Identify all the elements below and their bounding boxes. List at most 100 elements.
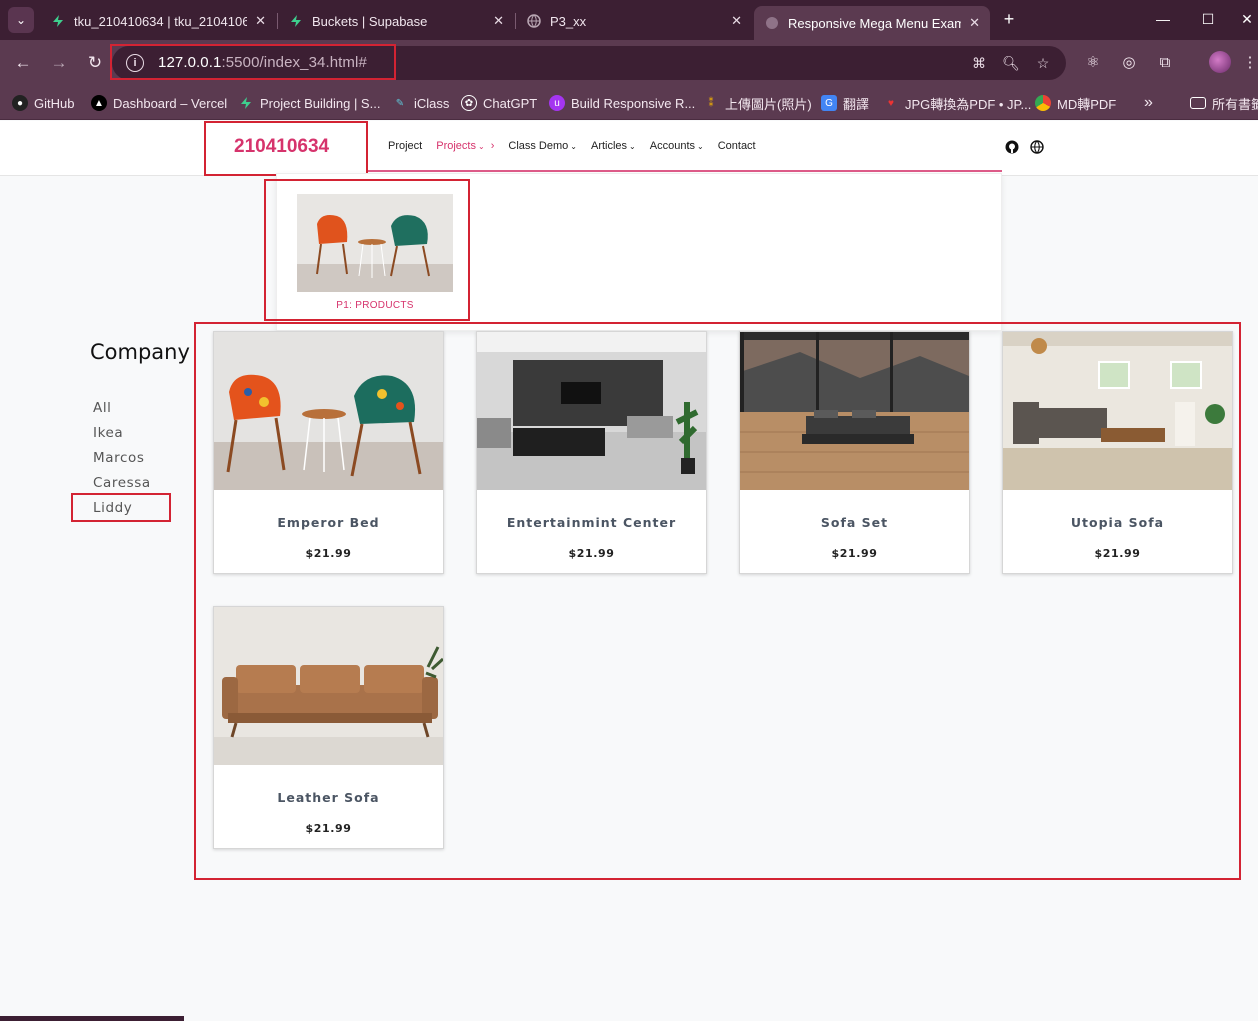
tab-title: P3_xx xyxy=(550,13,587,29)
chevron-down-icon: ⌄ xyxy=(570,141,577,151)
all-bookmarks-folder[interactable]: 所有書籤 xyxy=(1190,93,1258,113)
product-card[interactable]: Leather Sofa $21.99 xyxy=(213,606,444,849)
product-card[interactable]: Entertainmint Center $21.99 xyxy=(476,331,707,574)
horizontal-scrollbar[interactable] xyxy=(0,1016,184,1021)
main-nav: Project Projects ⌄ › Class Demo ⌄ Articles ⌄… xyxy=(388,140,770,152)
product-image-chairs[interactable] xyxy=(214,332,443,490)
extensions-puzzle-icon[interactable]: ⧉ xyxy=(1155,52,1175,72)
maximize-icon[interactable]: ☐ xyxy=(1193,8,1223,30)
bookmarks-overflow-button[interactable]: » xyxy=(1144,93,1153,113)
product-card[interactable]: Sofa Set $21.99 xyxy=(739,331,970,574)
forward-icon[interactable]: → xyxy=(47,51,71,75)
udemy-icon: u xyxy=(549,95,565,111)
bookmark-item[interactable]: ✎ iClass xyxy=(392,93,450,113)
new-tab-button[interactable]: + xyxy=(998,8,1020,30)
browser-tab-active[interactable]: Responsive Mega Menu Example ✕ xyxy=(754,6,990,40)
tab-title: tku_210410634 | tku_210410634 xyxy=(74,13,248,29)
close-icon[interactable]: ✕ xyxy=(493,13,504,29)
product-name: Entertainmint Center xyxy=(506,515,677,530)
chrome-icon xyxy=(1035,95,1051,111)
vercel-icon: ▲ xyxy=(91,95,107,111)
back-icon[interactable]: ← xyxy=(11,51,35,75)
reload-icon[interactable]: ↻ xyxy=(83,51,107,75)
product-price: $21.99 xyxy=(1094,547,1141,560)
bookmark-item[interactable]: Project Building | S... xyxy=(238,93,380,113)
nav-underline xyxy=(366,170,1002,172)
tab-search-button[interactable]: ⌄ xyxy=(8,7,34,33)
nav-project[interactable]: Project xyxy=(388,140,422,152)
product-name: Utopia Sofa xyxy=(1070,515,1165,530)
product-image-leather-sofa[interactable] xyxy=(214,607,443,765)
filter-caressa[interactable]: Caressa xyxy=(93,475,151,491)
tab-title: Responsive Mega Menu Example xyxy=(788,15,962,31)
filter-all[interactable]: All xyxy=(93,400,112,416)
bookmark-item[interactable]: ⁑ 上傳圖片(照片) xyxy=(703,93,812,113)
chevron-down-icon: ⌄ xyxy=(629,141,636,151)
browser-tab-strip: ⌄ tku_210410634 | tku_210410634 ✕ Bucket… xyxy=(0,0,1258,40)
product-image-bed-mountain[interactable] xyxy=(740,332,969,490)
profile-avatar[interactable] xyxy=(1209,51,1231,73)
product-image-living-room[interactable] xyxy=(477,332,706,490)
react-devtools-icon[interactable]: ⚛ xyxy=(1083,52,1103,72)
nav-projects[interactable]: Projects ⌄ › xyxy=(436,140,494,152)
pdf-icon: ♥ xyxy=(888,97,894,109)
close-icon[interactable]: ✕ xyxy=(731,13,742,29)
supabase-icon xyxy=(238,95,254,111)
filter-marcos[interactable]: Marcos xyxy=(93,450,145,466)
filter-highlight-box xyxy=(71,493,171,522)
globe-icon xyxy=(764,15,780,31)
upload-icon: ⁑ xyxy=(708,97,714,109)
bookmark-item[interactable]: ● GitHub xyxy=(12,93,74,113)
bookmark-item[interactable]: G 翻譯 xyxy=(821,93,869,113)
close-icon[interactable]: ✕ xyxy=(255,13,266,29)
bookmarks-bar: ● GitHub ▲ Dashboard – Vercel Project Buil… xyxy=(0,86,1258,120)
zoom-icon[interactable]: 🔍︎ xyxy=(1002,54,1020,72)
translate-icon[interactable]: ⌘ xyxy=(970,54,988,72)
github-icon[interactable] xyxy=(1005,140,1019,154)
product-name: Emperor Bed xyxy=(277,515,380,530)
brand-highlight-box xyxy=(204,121,368,176)
globe-icon[interactable] xyxy=(1030,140,1044,154)
nav-contact[interactable]: Contact xyxy=(718,140,756,152)
extension-icon[interactable]: ◎ xyxy=(1119,52,1139,72)
nav-articles[interactable]: Articles ⌄ xyxy=(591,140,636,152)
bookmark-item[interactable]: ♥ JPG轉換為PDF • JP... xyxy=(883,93,1031,113)
bookmark-item[interactable]: ✿ ChatGPT xyxy=(461,93,537,113)
supabase-icon xyxy=(288,13,304,29)
filter-ikea[interactable]: Ikea xyxy=(93,425,123,441)
iclass-icon: ✎ xyxy=(395,97,405,109)
globe-icon xyxy=(526,13,542,29)
folder-icon xyxy=(1190,97,1206,109)
chevron-right-icon: › xyxy=(490,140,495,152)
product-card[interactable]: Emperor Bed $21.99 xyxy=(213,331,444,574)
product-name: Sofa Set xyxy=(820,515,889,530)
product-image-loft[interactable] xyxy=(1003,332,1232,490)
chevron-down-icon: ⌄ xyxy=(478,141,485,151)
browser-tab[interactable]: P3_xx ✕ xyxy=(516,6,752,36)
openai-icon: ✿ xyxy=(461,95,477,111)
bookmark-item[interactable]: MD轉PDF xyxy=(1035,93,1116,113)
bookmark-item[interactable]: ▲ Dashboard – Vercel xyxy=(91,93,227,113)
product-price: $21.99 xyxy=(305,547,352,560)
product-name: Leather Sofa xyxy=(277,790,380,805)
menu-kebab-icon[interactable]: ⋮ xyxy=(1243,52,1258,72)
supabase-icon xyxy=(50,13,66,29)
product-price: $21.99 xyxy=(831,547,878,560)
product-card[interactable]: Utopia Sofa $21.99 xyxy=(1002,331,1233,574)
tab-title: Buckets | Supabase xyxy=(312,13,428,29)
bookmark-item[interactable]: u Build Responsive R... xyxy=(549,93,695,113)
github-icon: ● xyxy=(12,95,28,111)
bookmark-star-icon[interactable]: ☆ xyxy=(1034,54,1052,72)
close-icon[interactable]: ✕ xyxy=(969,15,980,31)
browser-tab[interactable]: Buckets | Supabase ✕ xyxy=(278,6,514,36)
nav-accounts[interactable]: Accounts ⌄ xyxy=(650,140,704,152)
browser-tab[interactable]: tku_210410634 | tku_210410634 ✕ xyxy=(40,6,276,36)
product-price: $21.99 xyxy=(568,547,615,560)
chevron-down-icon: ⌄ xyxy=(697,141,704,151)
minimize-icon[interactable]: — xyxy=(1148,8,1178,30)
sidebar-title: Company xyxy=(90,340,190,364)
url-highlight-box xyxy=(110,44,396,80)
nav-class-demo[interactable]: Class Demo ⌄ xyxy=(508,140,577,152)
site-header: 210410634 Project Projects ⌄ › Class Demo ⌄… xyxy=(0,121,1258,176)
close-window-icon[interactable]: ✕ xyxy=(1232,8,1258,30)
